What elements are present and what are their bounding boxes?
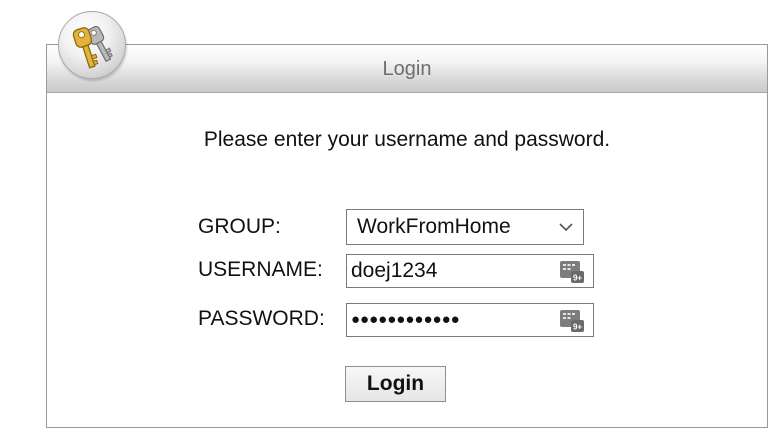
chevron-down-icon — [559, 210, 573, 244]
username-value: doej1234 — [351, 259, 438, 282]
group-label: GROUP: — [198, 215, 281, 238]
virtual-keyboard-icon[interactable]: 9+ — [559, 260, 585, 284]
panel-title: Login — [382, 58, 432, 80]
username-label: USERNAME: — [198, 258, 323, 281]
password-field[interactable]: ●●●●●●●●●●●● 9+ — [346, 303, 594, 337]
intro-text: Please enter your username and password. — [203, 128, 611, 151]
svg-text:9+: 9+ — [573, 274, 582, 283]
login-page: Login Please enter your username and pas — [0, 0, 768, 438]
panel-header: Login — [47, 45, 767, 93]
login-button[interactable]: Login — [345, 366, 446, 402]
password-masked-value: ●●●●●●●●●●●● — [351, 311, 460, 328]
password-label: PASSWORD: — [198, 307, 325, 330]
group-select[interactable]: WorkFromHome — [346, 209, 584, 245]
keys-icon — [58, 11, 126, 79]
svg-text:9+: 9+ — [573, 323, 582, 332]
group-select-value: WorkFromHome — [357, 215, 511, 238]
username-field[interactable]: doej1234 9+ — [346, 254, 594, 288]
virtual-keyboard-icon[interactable]: 9+ — [559, 309, 585, 333]
